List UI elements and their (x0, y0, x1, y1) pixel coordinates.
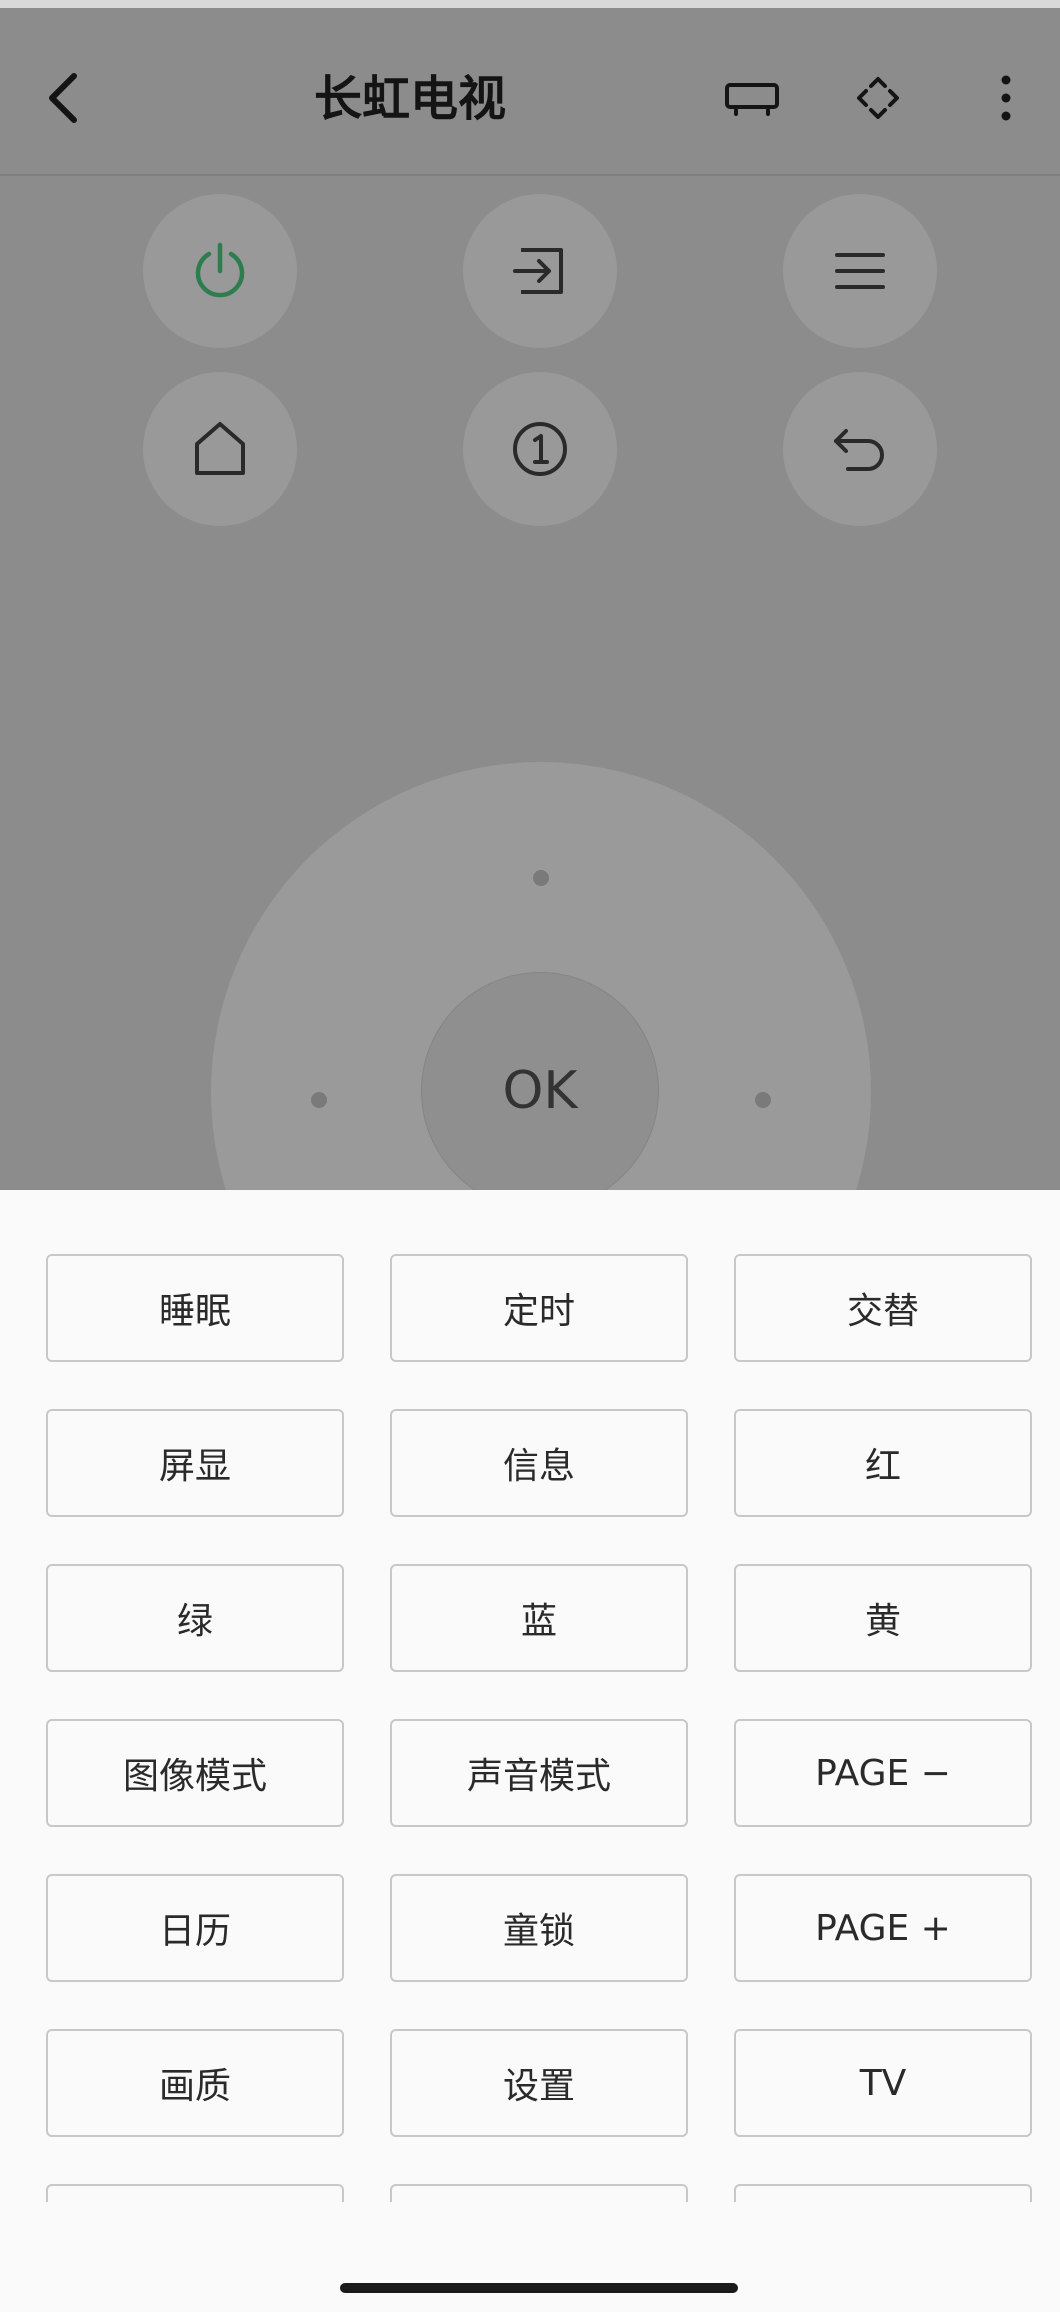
key-green[interactable]: 绿 (46, 1564, 344, 1672)
key-partial[interactable] (390, 2184, 688, 2202)
key-sleep[interactable]: 睡眠 (46, 1254, 344, 1362)
key-child-lock[interactable]: 童锁 (390, 1874, 688, 1982)
status-bar (0, 0, 1060, 8)
ok-button[interactable]: OK (421, 972, 659, 1190)
key-partial[interactable] (734, 2184, 1032, 2202)
key-sound-mode[interactable]: 声音模式 (390, 1719, 688, 1827)
chevron-left-icon (49, 73, 77, 123)
power-button[interactable] (143, 194, 297, 348)
back-button[interactable] (34, 58, 94, 138)
key-settings[interactable]: 设置 (390, 2029, 688, 2137)
home-button[interactable] (143, 372, 297, 526)
key-partial[interactable] (46, 2184, 344, 2202)
remote-panel-dimmed: 长虹电视 OK (0, 8, 1060, 1190)
return-button[interactable] (783, 372, 937, 526)
dpad-mode-button[interactable] (838, 58, 918, 138)
number-pad-button[interactable] (463, 372, 617, 526)
remote-control-screen: 长虹电视 OK 睡眠 定时 交替 屏显 信息 红 绿 蓝 黄 图像模式 声音模式… (0, 0, 1060, 2312)
menu-button[interactable] (783, 194, 937, 348)
key-page-down[interactable]: PAGE − (734, 1719, 1032, 1827)
input-source-icon (513, 248, 563, 294)
key-swap[interactable]: 交替 (734, 1254, 1032, 1362)
key-timer[interactable]: 定时 (390, 1254, 688, 1362)
input-source-button[interactable] (463, 194, 617, 348)
dpad-icon (857, 77, 899, 119)
number-one-icon (513, 422, 567, 476)
more-keys-sheet: 睡眠 定时 交替 屏显 信息 红 绿 蓝 黄 图像模式 声音模式 PAGE − … (0, 1190, 1060, 2202)
key-info[interactable]: 信息 (390, 1409, 688, 1517)
home-icon (195, 422, 245, 475)
key-blue[interactable]: 蓝 (390, 1564, 688, 1672)
key-page-up[interactable]: PAGE + (734, 1874, 1032, 1982)
key-red[interactable]: 红 (734, 1409, 1032, 1517)
tv-icon (725, 83, 779, 116)
return-icon (834, 429, 884, 471)
dpad-left-button[interactable] (311, 1092, 327, 1108)
menu-icon (835, 253, 885, 289)
dpad-up-button[interactable] (533, 870, 549, 886)
more-vertical-icon (1001, 75, 1011, 121)
key-display[interactable]: 屏显 (46, 1409, 344, 1517)
power-icon (195, 242, 245, 298)
key-calendar[interactable]: 日历 (46, 1874, 344, 1982)
more-options-button[interactable] (966, 58, 1046, 138)
key-picture-mode[interactable]: 图像模式 (46, 1719, 344, 1827)
tv-mode-button[interactable] (712, 58, 792, 138)
header-divider (0, 174, 1060, 176)
keys-grid: 睡眠 定时 交替 屏显 信息 红 绿 蓝 黄 图像模式 声音模式 PAGE − … (46, 1254, 1034, 2202)
key-tv[interactable]: TV (734, 2029, 1032, 2137)
dpad-right-button[interactable] (755, 1092, 771, 1108)
key-picture-quality[interactable]: 画质 (46, 2029, 344, 2137)
key-yellow[interactable]: 黄 (734, 1564, 1032, 1672)
page-title: 长虹电视 (313, 71, 506, 127)
top-app-bar: 长虹电视 (0, 8, 1060, 174)
direction-pad: OK (211, 762, 871, 1190)
home-indicator[interactable] (340, 2283, 738, 2293)
